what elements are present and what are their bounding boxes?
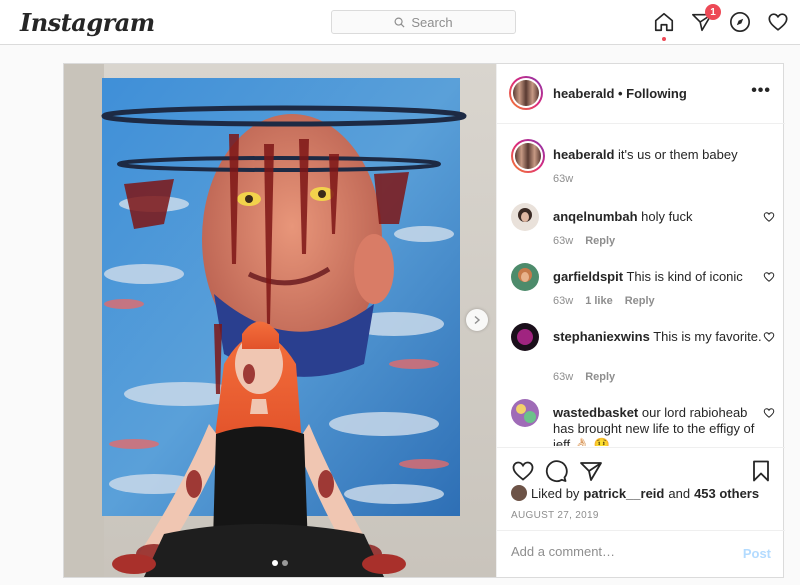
likes-prefix: Liked by [531,485,580,501]
caption-time[interactable]: 63w [553,173,573,185]
author-avatar[interactable] [509,76,543,110]
instagram-logo[interactable]: Instagram [20,8,155,37]
likes-others-link[interactable]: 453 others [694,486,759,501]
post-comment-button[interactable]: Post [743,546,771,561]
likes-joiner: and [668,485,691,501]
comment-item: garfieldspit This is kind of iconic 63w … [511,261,781,311]
add-comment-bar: Post [497,530,785,577]
comment-item: wastedbasket our lord rabioheab has brou… [511,397,781,446]
carousel-dot [282,560,288,566]
carousel-dot-active [272,560,278,566]
commenter-avatar[interactable] [511,399,539,427]
post-photo[interactable] [64,64,496,577]
active-indicator-dot [662,37,666,41]
comment-text: This is kind of iconic [626,269,743,284]
like-comment-heart-icon[interactable] [763,211,775,223]
comment-text: This is my favorite. [653,329,762,344]
comment-username[interactable]: stephaniexwins [553,329,650,344]
comment-time[interactable]: 63w [553,295,573,307]
comment-username[interactable]: garfieldspit [553,269,623,284]
post-header: heaberald • Following ••• [497,64,785,124]
commenter-avatar[interactable] [511,263,539,291]
reply-button[interactable]: Reply [625,295,655,307]
comment-time[interactable]: 63w [553,235,573,247]
notification-badge: 1 [705,4,721,20]
explore-icon[interactable] [728,10,751,33]
caption-text: it's us or them babey [618,147,738,162]
post-card: heaberald • Following ••• heaberald it's… [63,63,785,578]
comment-time[interactable]: 63w [553,371,573,383]
save-bookmark-icon[interactable] [749,459,773,483]
following-status[interactable]: • Following [618,86,687,101]
carousel-dots [272,560,288,566]
likes-summary: Liked by patrick__reid and 453 others [511,485,759,501]
commenter-avatar[interactable] [511,203,539,231]
top-navbar: Instagram Search 1 [0,0,800,45]
chevron-right-icon [474,315,481,325]
more-options-button[interactable]: ••• [751,82,771,100]
direct-icon[interactable]: 1 [690,4,721,33]
carousel-next-button[interactable] [466,309,488,331]
comment-item: anqelnumbah holy fuck 63w Reply [511,201,781,251]
post-date[interactable]: AUGUST 27, 2019 [511,510,599,521]
search-placeholder: Search [411,14,453,30]
comment-text: holy fuck [641,209,693,224]
author-username[interactable]: heaberald [553,86,614,101]
liker-avatar[interactable] [511,485,527,501]
post-sidebar: heaberald • Following ••• heaberald it's… [496,64,785,577]
comment-item: stephaniexwins This is my favorite. 63w … [511,321,781,387]
caption-username[interactable]: heaberald [553,147,614,162]
like-comment-heart-icon[interactable] [763,331,775,343]
reply-button[interactable]: Reply [585,235,615,247]
comment-bubble-icon[interactable] [544,459,568,483]
comment-like-count[interactable]: 1 like [585,295,613,307]
commenter-avatar[interactable] [511,323,539,351]
like-comment-heart-icon[interactable] [763,407,775,419]
reply-button[interactable]: Reply [585,371,615,383]
search-icon [394,17,405,28]
like-heart-icon[interactable] [511,459,535,483]
share-direct-icon[interactable] [579,459,603,483]
comments-list: heaberald it's us or them babey 63w anqe… [497,125,785,446]
search-input[interactable]: Search [331,10,516,34]
home-icon[interactable] [652,10,675,41]
painting-photo-illustration [64,64,496,577]
liker-username[interactable]: patrick__reid [583,486,664,501]
comment-username[interactable]: anqelnumbah [553,209,638,224]
caption: heaberald it's us or them babey 63w [511,139,781,189]
activity-heart-icon[interactable] [766,10,789,33]
caption-avatar[interactable] [511,139,545,173]
add-comment-input[interactable] [511,544,711,559]
like-comment-heart-icon[interactable] [763,271,775,283]
comment-username[interactable]: wastedbasket [553,405,638,420]
